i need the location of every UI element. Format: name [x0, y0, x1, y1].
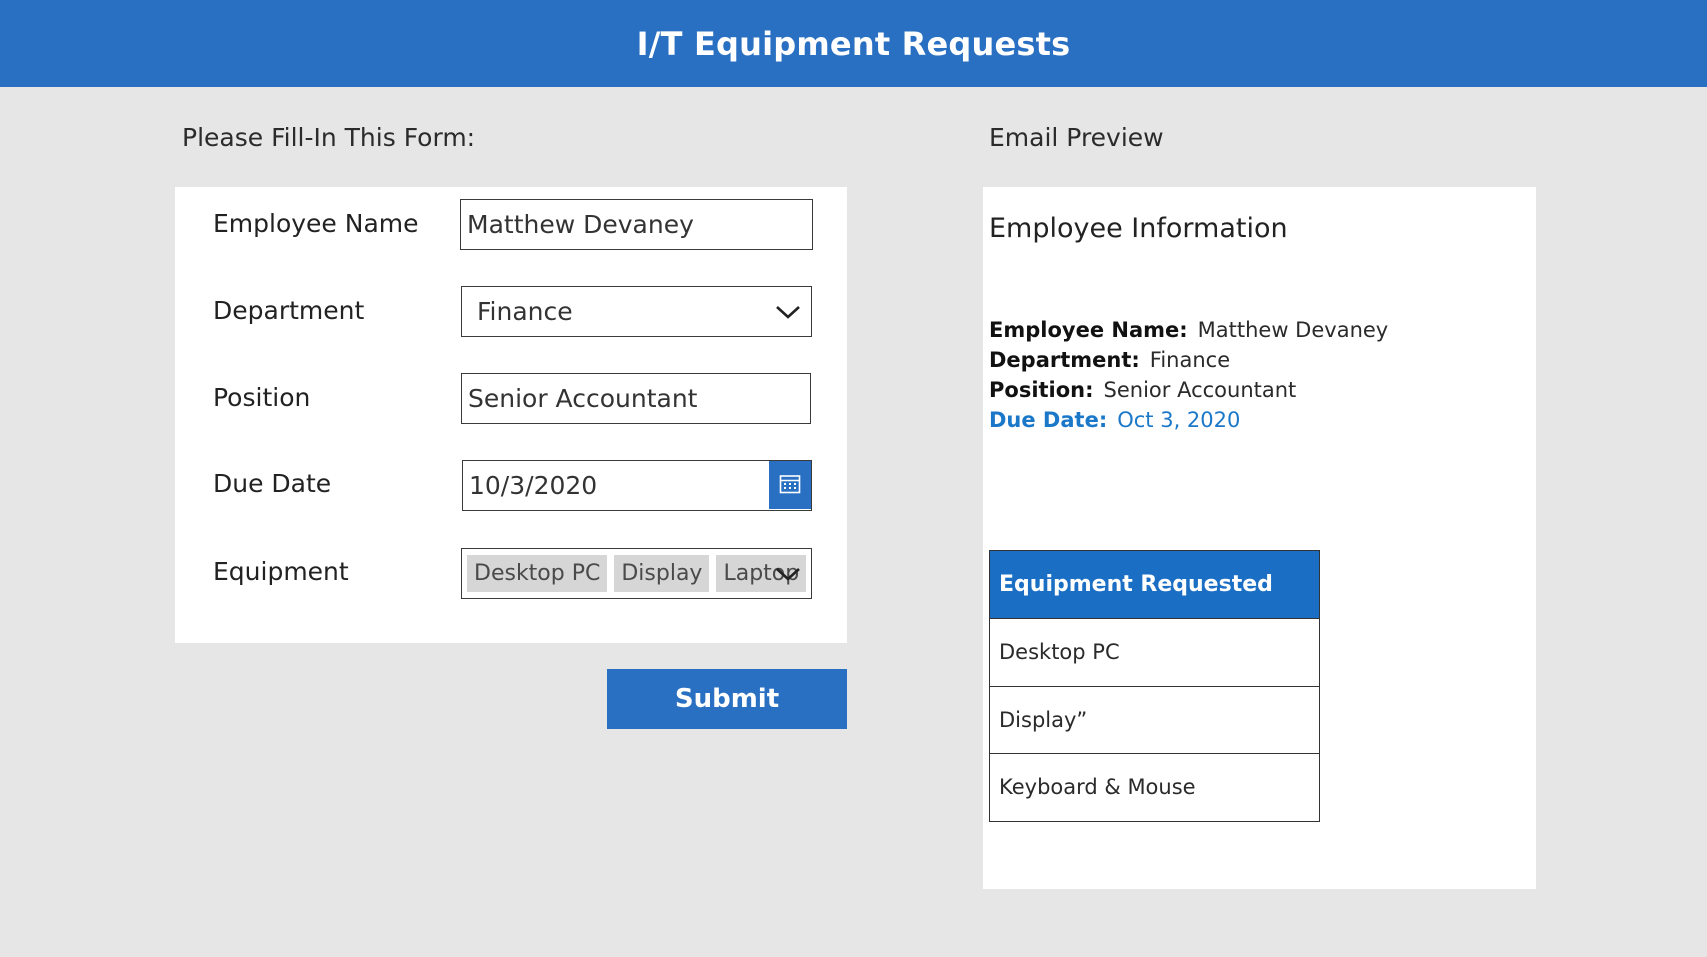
chevron-down-icon[interactable] — [775, 299, 801, 325]
equipment-chip[interactable]: Display — [614, 555, 710, 592]
info-label: Department: — [989, 348, 1140, 372]
department-dropdown[interactable]: Finance — [461, 286, 812, 337]
info-label: Due Date: — [989, 408, 1108, 432]
table-row: Desktop PC — [990, 618, 1319, 686]
info-department: Department: Finance — [989, 345, 1388, 375]
submit-button[interactable]: Submit — [607, 669, 847, 729]
equipment-combobox[interactable]: Desktop PC Display Laptop — [461, 548, 812, 599]
department-label: Department — [213, 296, 365, 325]
due-date-label: Due Date — [213, 469, 332, 498]
request-form: Employee Name Matthew Devaney Department… — [175, 187, 847, 643]
info-label: Employee Name: — [989, 318, 1188, 342]
due-date-input[interactable]: 10/3/2020 — [462, 460, 812, 511]
table-row: Keyboard & Mouse — [990, 753, 1319, 821]
preview-heading: Employee Information — [989, 213, 1288, 244]
date-picker-button[interactable] — [769, 461, 811, 509]
email-preview: Employee Information Employee Name: Matth… — [983, 187, 1536, 889]
equipment-table: Equipment Requested Desktop PC Display” … — [989, 550, 1320, 822]
table-row: Display” — [990, 685, 1319, 753]
info-due-date: Due Date: Oct 3, 2020 — [989, 405, 1388, 435]
info-value: Finance — [1149, 348, 1231, 372]
preview-section-title: Email Preview — [989, 123, 1164, 152]
employee-name-label: Employee Name — [213, 209, 419, 238]
equipment-label: Equipment — [213, 557, 349, 586]
info-value: Oct 3, 2020 — [1117, 408, 1241, 432]
info-label: Position: — [989, 378, 1094, 402]
app-title: I/T Equipment Requests — [636, 24, 1071, 63]
employee-info-list: Employee Name: Matthew Devaney Department… — [989, 315, 1388, 435]
chevron-down-icon[interactable] — [775, 561, 801, 587]
calendar-icon — [779, 471, 801, 500]
info-employee-name: Employee Name: Matthew Devaney — [989, 315, 1388, 345]
due-date-value: 10/3/2020 — [469, 471, 598, 500]
equipment-table-header: Equipment Requested — [990, 551, 1319, 618]
form-section-title: Please Fill-In This Form: — [182, 123, 476, 152]
employee-name-input[interactable]: Matthew Devaney — [460, 199, 813, 250]
app-header: I/T Equipment Requests — [0, 0, 1707, 87]
info-value: Senior Accountant — [1103, 378, 1297, 402]
position-label: Position — [213, 383, 311, 412]
department-selected-value: Finance — [477, 297, 573, 326]
equipment-chip[interactable]: Desktop PC — [467, 555, 608, 592]
info-value: Matthew Devaney — [1197, 318, 1389, 342]
info-position: Position: Senior Accountant — [989, 375, 1388, 405]
position-input[interactable]: Senior Accountant — [461, 373, 811, 424]
